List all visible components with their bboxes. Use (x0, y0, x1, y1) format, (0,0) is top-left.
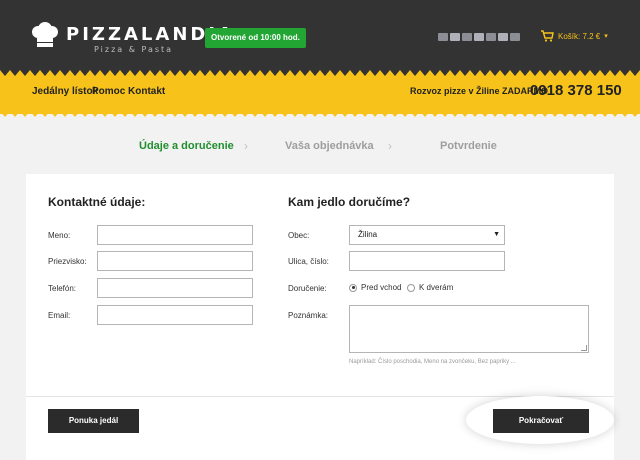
note-hint: Napríklad: Číslo poschodia, Meno na zvon… (349, 359, 516, 365)
opening-hours-badge: Otvorené od 10:00 hod. (205, 28, 306, 48)
step-confirmation: Potvrdenie (440, 140, 497, 152)
continue-button[interactable]: Pokračovať (493, 409, 589, 433)
radio-to-door[interactable]: K dverám (407, 283, 453, 292)
chevron-down-icon: ▼ (493, 231, 500, 238)
note-textarea[interactable] (349, 305, 589, 353)
menu-button[interactable]: Ponuka jedál (48, 409, 139, 433)
chevron-right-icon: › (244, 139, 248, 153)
note-label: Poznámka: (288, 311, 329, 320)
logo-subtitle: Pizza & Pasta (94, 45, 174, 54)
nav-item-contact[interactable]: Kontakt (128, 86, 165, 97)
step-details-delivery: Údaje a doručenie (139, 140, 234, 152)
phone-input[interactable] (97, 278, 253, 298)
city-select-value: Žilina (358, 230, 378, 239)
chevron-right-icon: › (388, 139, 392, 153)
free-delivery-promo: Rozvoz pizze v Žiline ZADARMO (410, 86, 549, 96)
contact-section-title: Kontaktné údaje: (48, 195, 146, 209)
resize-handle-icon[interactable] (581, 345, 587, 351)
chevron-down-icon: ▾ (604, 33, 608, 40)
email-input[interactable] (97, 305, 253, 325)
nav-item-help[interactable]: Pomoc (92, 86, 125, 97)
street-input[interactable] (349, 251, 505, 271)
city-label: Obec: (288, 231, 310, 240)
chef-hat-icon[interactable] (30, 22, 60, 48)
radio-front-entrance[interactable]: Pred vchod (349, 283, 401, 292)
first-name-label: Meno: (48, 231, 71, 240)
cart-button[interactable]: Košík: 7.2 € ▾ (540, 30, 608, 42)
phone-number[interactable]: 0918 378 150 (530, 82, 622, 99)
nav-top-edge (0, 70, 640, 76)
step-your-order: Vaša objednávka (285, 140, 374, 152)
cart-icon (541, 30, 554, 42)
cart-label: Košík: 7.2 € (558, 31, 601, 41)
delivery-method-label: Doručenie: (288, 284, 327, 293)
last-name-label: Priezvisko: (48, 257, 87, 266)
email-label: Email: (48, 311, 71, 320)
street-label: Ulica, číslo: (288, 257, 329, 266)
nav-bottom-edge (0, 111, 640, 117)
city-select[interactable]: Žilina ▼ (349, 225, 505, 245)
phone-label: Telefón: (48, 284, 77, 293)
radio-selected-icon (349, 283, 357, 292)
payment-methods-logos (438, 33, 520, 41)
delivery-section-title: Kam jedlo doručíme? (288, 195, 411, 209)
nav-item-menu[interactable]: Jedálny lístok (32, 86, 98, 97)
first-name-input[interactable] (97, 225, 253, 245)
radio-unselected-icon (407, 283, 415, 292)
last-name-input[interactable] (97, 251, 253, 271)
radio-front-entrance-label: Pred vchod (361, 283, 402, 292)
radio-to-door-label: K dverám (419, 283, 454, 292)
